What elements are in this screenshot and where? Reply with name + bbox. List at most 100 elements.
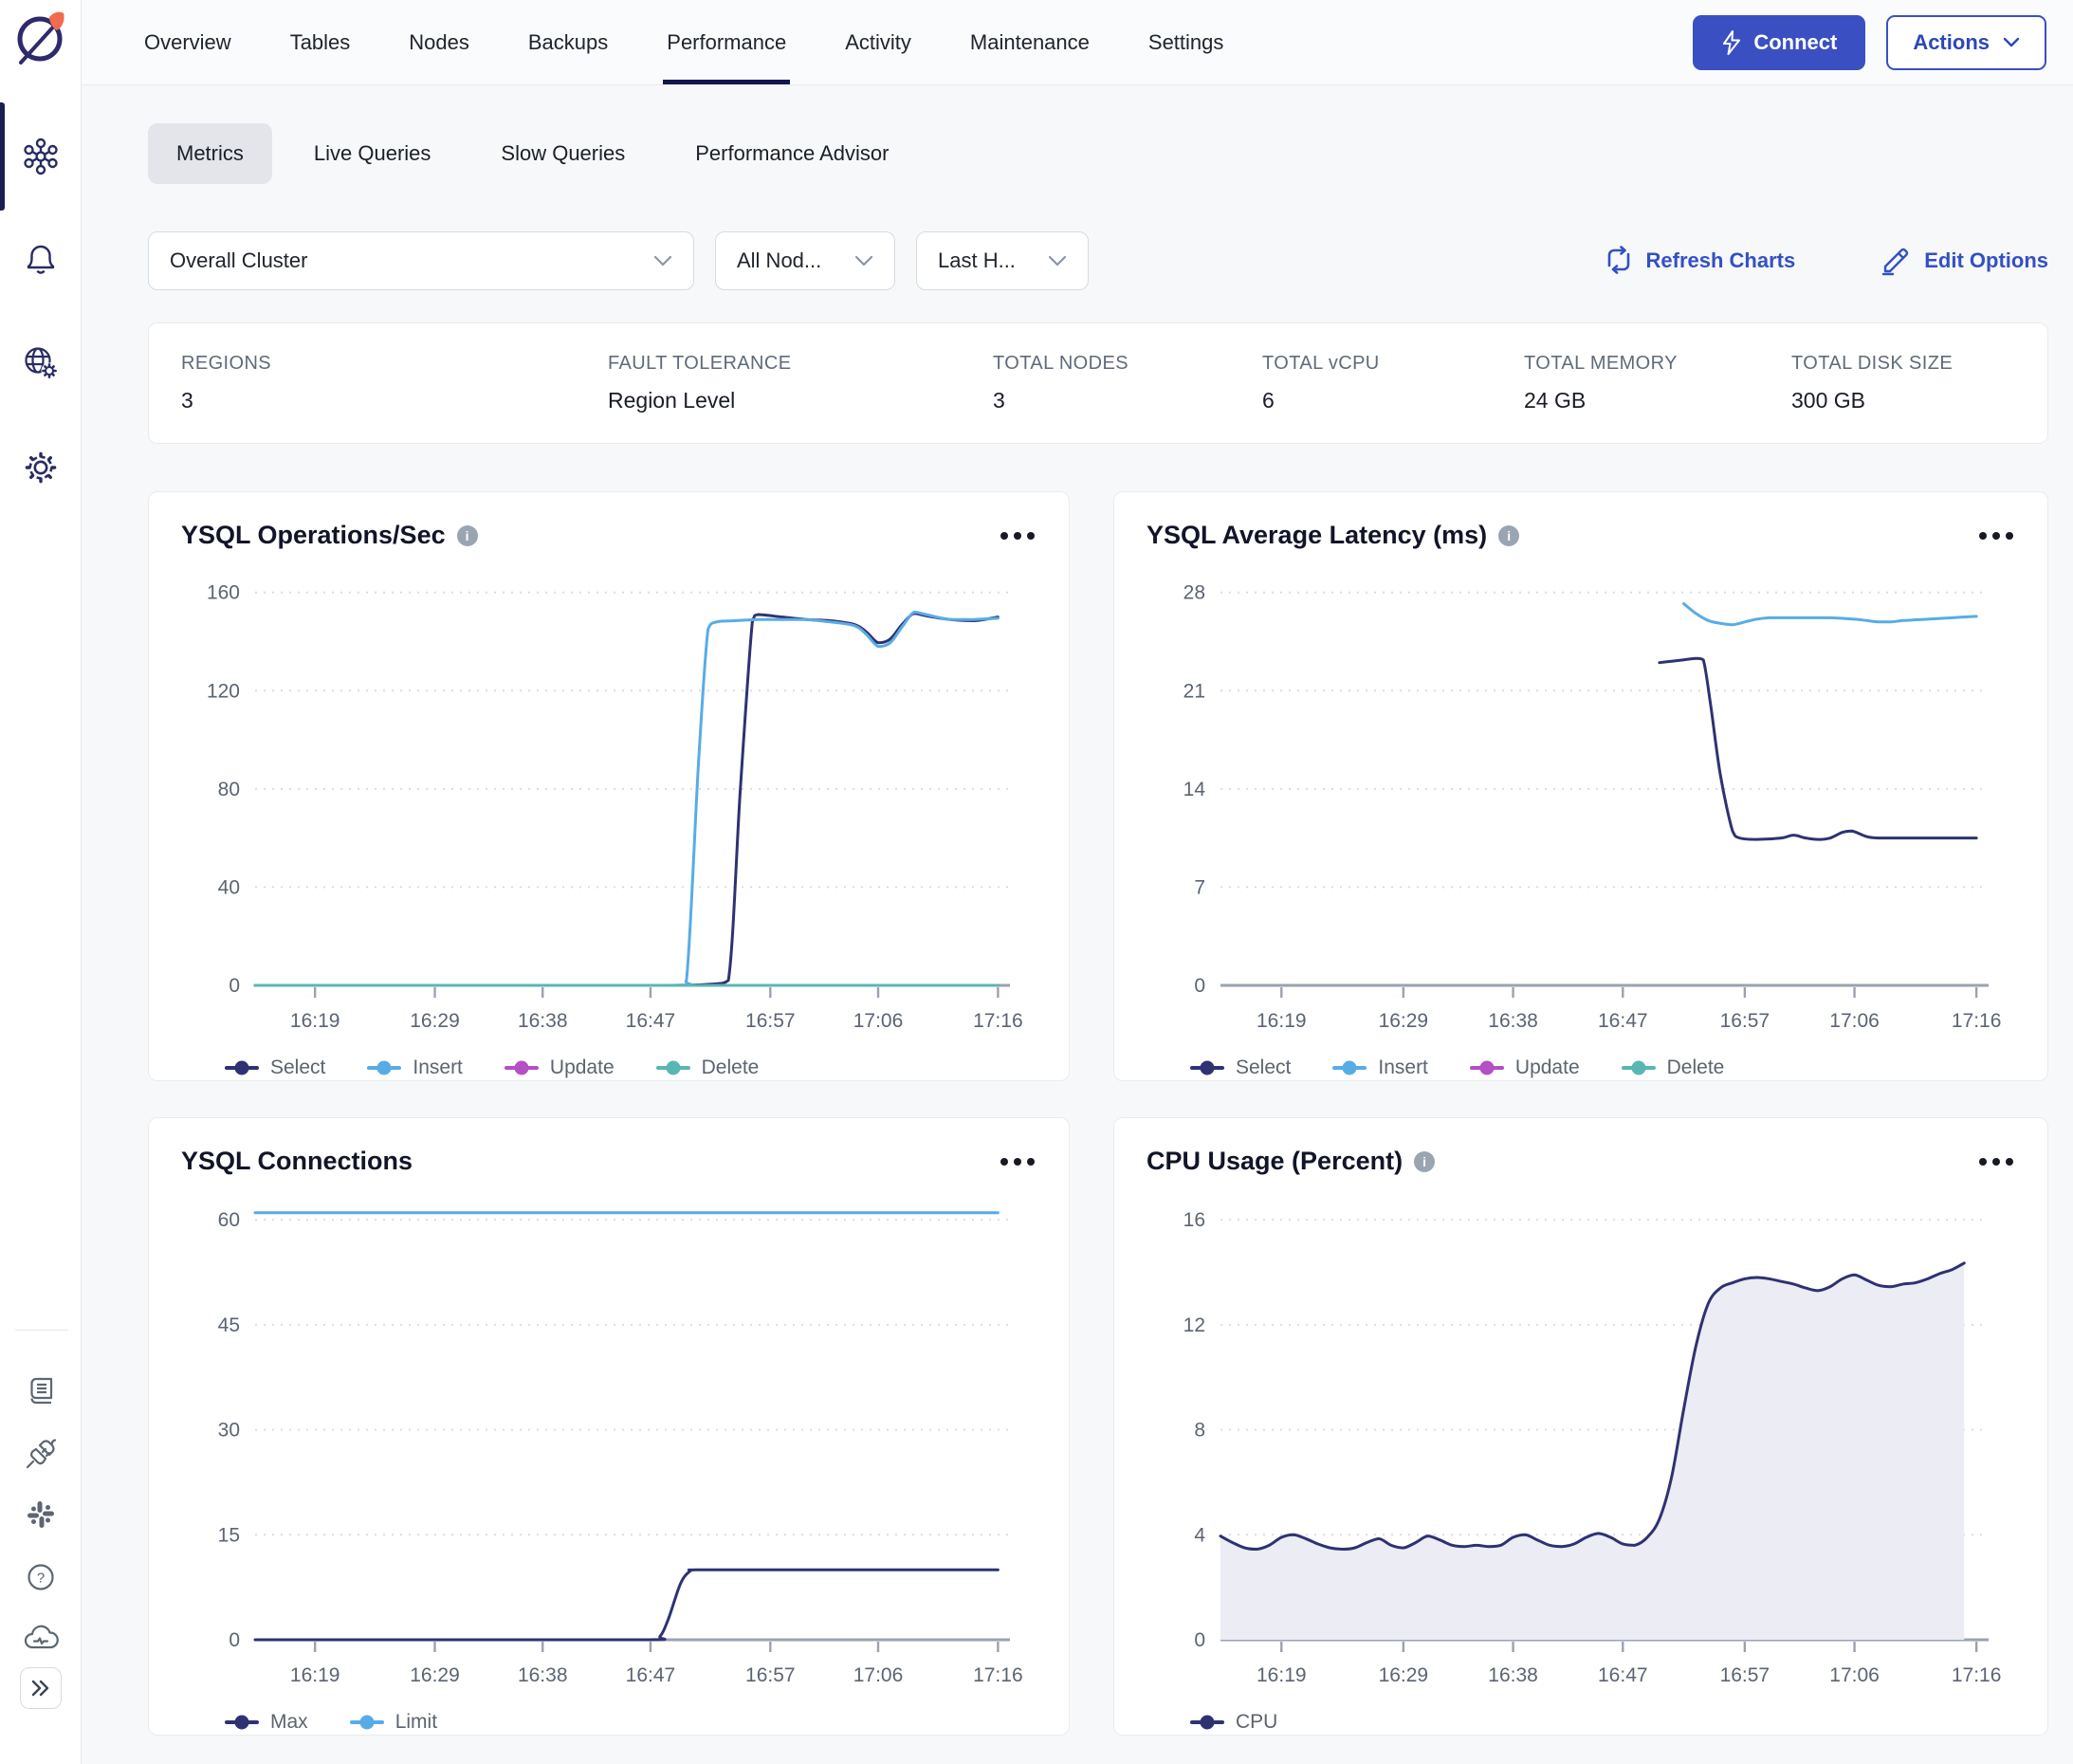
sidebar-expand-button[interactable] — [20, 1667, 62, 1709]
svg-text:14: 14 — [1183, 779, 1206, 800]
chart-title: CPU Usage (Percent) — [1147, 1147, 1403, 1176]
svg-text:16:29: 16:29 — [410, 1010, 460, 1032]
connect-label: Connect — [1753, 30, 1837, 55]
legend-item[interactable]: Delete — [656, 1057, 760, 1079]
stat-value-regions: 3 — [181, 388, 608, 413]
legend-label: Delete — [702, 1057, 760, 1079]
yugabyte-logo[interactable] — [14, 9, 67, 68]
sidebar-item-integrations[interactable] — [0, 1421, 82, 1487]
legend-marker-icon — [225, 1059, 259, 1076]
svg-text:16:47: 16:47 — [626, 1664, 676, 1686]
svg-text:16:19: 16:19 — [290, 1664, 340, 1686]
sidebar-item-alerts[interactable] — [0, 226, 82, 292]
refresh-charts-link[interactable]: Refresh Charts — [1605, 246, 1796, 276]
svg-text:12: 12 — [1183, 1314, 1205, 1336]
expand-icon — [30, 1680, 51, 1697]
stat-value-total-memory: 24 GB — [1524, 388, 1791, 413]
stat-label-total-nodes: TOTAL NODES — [993, 353, 1262, 375]
svg-text:40: 40 — [218, 876, 240, 898]
sidebar-item-cluster[interactable] — [0, 123, 82, 190]
tab-settings[interactable]: Settings — [1148, 0, 1224, 84]
svg-text:0: 0 — [1194, 1629, 1205, 1651]
legend-item[interactable]: Insert — [1332, 1057, 1428, 1079]
svg-text:16:57: 16:57 — [745, 1010, 796, 1032]
time-range-select[interactable]: Last H... — [916, 231, 1089, 290]
chart-title: YSQL Average Latency (ms) — [1147, 521, 1487, 550]
chevron-down-icon — [854, 255, 873, 267]
svg-text:16:57: 16:57 — [1720, 1664, 1770, 1686]
svg-text:16:19: 16:19 — [1257, 1664, 1307, 1686]
sidebar-item-help[interactable]: ? — [0, 1544, 82, 1610]
tab-tables[interactable]: Tables — [290, 0, 351, 84]
info-icon[interactable]: i — [1498, 525, 1519, 546]
chart-card-ysql-latency: YSQL Average Latency (ms) i 0714212816:1… — [1113, 491, 2048, 1081]
legend-item[interactable]: Select — [225, 1057, 325, 1079]
nodes-select-value: All Nod... — [737, 248, 821, 273]
subtab-performance-advisor[interactable]: Performance Advisor — [667, 123, 917, 184]
svg-text:16:47: 16:47 — [1598, 1664, 1648, 1686]
kebab-menu-icon[interactable] — [999, 526, 1036, 545]
charts-grid: YSQL Operations/Sec i 0408012016016:1916… — [148, 491, 2048, 1736]
kebab-menu-icon[interactable] — [999, 1152, 1036, 1171]
time-range-value: Last H... — [938, 248, 1016, 273]
legend-marker-icon — [1190, 1714, 1224, 1731]
stat-label-total-vcpu: TOTAL vCPU — [1262, 353, 1524, 375]
refresh-icon — [1605, 246, 1633, 276]
tab-backups[interactable]: Backups — [528, 0, 608, 84]
legend-item[interactable]: Update — [1470, 1057, 1580, 1079]
kebab-menu-icon[interactable] — [1977, 1152, 2015, 1171]
info-icon[interactable]: i — [1414, 1151, 1435, 1172]
cloud-status-icon — [23, 1623, 59, 1653]
svg-text:15: 15 — [218, 1524, 240, 1546]
actions-button[interactable]: Actions — [1886, 15, 2046, 70]
tab-nodes[interactable]: Nodes — [409, 0, 469, 84]
gear-icon — [22, 449, 60, 487]
stat-label-total-memory: TOTAL MEMORY — [1524, 353, 1791, 375]
legend-item[interactable]: Insert — [367, 1057, 463, 1079]
legend-item[interactable]: Limit — [350, 1711, 437, 1734]
cluster-select-value: Overall Cluster — [170, 248, 307, 273]
chart-card-ysql-connections: YSQL Connections i 01530456016:1916:2916… — [148, 1117, 1070, 1736]
legend-item[interactable]: Update — [504, 1057, 615, 1079]
kebab-menu-icon[interactable] — [1977, 526, 2015, 545]
svg-text:16:29: 16:29 — [1379, 1010, 1429, 1032]
cluster-icon — [22, 138, 60, 175]
svg-text:16:57: 16:57 — [1720, 1010, 1770, 1032]
sidebar-item-status[interactable] — [0, 1605, 82, 1671]
sidebar-item-docs[interactable] — [0, 1358, 82, 1424]
sidebar-item-slack[interactable] — [0, 1481, 82, 1548]
edit-options-label: Edit Options — [1924, 248, 2048, 273]
legend-item[interactable]: CPU — [1190, 1711, 1277, 1734]
cluster-stats-card: REGIONS3 FAULT TOLERANCERegion Level TOT… — [148, 322, 2048, 444]
edit-options-link[interactable]: Edit Options — [1880, 246, 2048, 276]
cluster-select[interactable]: Overall Cluster — [148, 231, 694, 290]
svg-text:16:57: 16:57 — [745, 1664, 796, 1686]
svg-text:16:19: 16:19 — [1257, 1010, 1307, 1032]
metrics-subtabs: Metrics Live Queries Slow Queries Perfor… — [148, 123, 2048, 184]
subtab-metrics[interactable]: Metrics — [148, 123, 272, 184]
svg-text:28: 28 — [1183, 582, 1205, 604]
svg-text:21: 21 — [1183, 680, 1205, 702]
chart-plot: 01530456016:1916:2916:3816:4716:5717:061… — [181, 1184, 1036, 1701]
info-icon[interactable]: i — [457, 525, 478, 546]
legend-marker-icon — [367, 1059, 401, 1076]
sidebar-item-network[interactable] — [0, 330, 82, 396]
chart-plot: 0408012016016:1916:2916:3816:4716:5717:0… — [181, 558, 1036, 1047]
legend-item[interactable]: Delete — [1622, 1057, 1725, 1079]
nodes-select[interactable]: All Nod... — [715, 231, 895, 290]
legend-marker-icon — [504, 1059, 539, 1076]
stat-label-fault-tolerance: FAULT TOLERANCE — [608, 353, 993, 375]
tab-maintenance[interactable]: Maintenance — [970, 0, 1090, 84]
legend-label: Select — [270, 1057, 325, 1079]
legend-label: Delete — [1667, 1057, 1725, 1079]
connect-button[interactable]: Connect — [1693, 15, 1865, 70]
tab-overview[interactable]: Overview — [144, 0, 231, 84]
tab-activity[interactable]: Activity — [845, 0, 911, 84]
subtab-live-queries[interactable]: Live Queries — [285, 123, 460, 184]
tab-performance[interactable]: Performance — [667, 0, 786, 84]
legend-item[interactable]: Max — [225, 1711, 308, 1734]
svg-text:?: ? — [37, 1571, 45, 1587]
subtab-slow-queries[interactable]: Slow Queries — [472, 123, 653, 184]
legend-item[interactable]: Select — [1190, 1057, 1291, 1079]
sidebar-item-settings[interactable] — [0, 434, 82, 501]
